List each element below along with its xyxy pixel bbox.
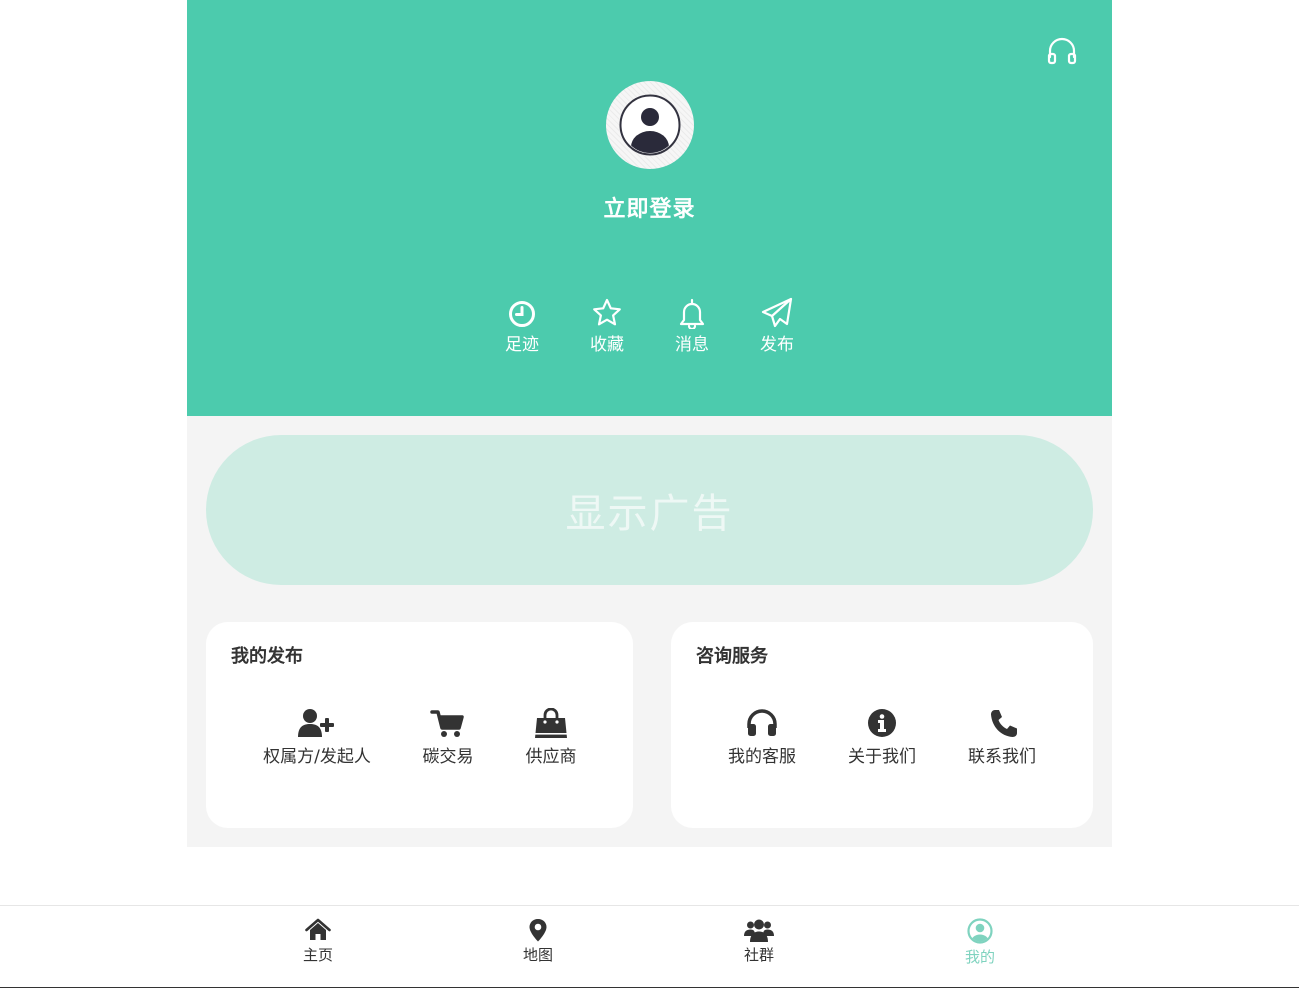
supplier-button[interactable]: 供应商 (481, 708, 621, 768)
quick-link-favorites[interactable]: 收藏 (572, 297, 642, 356)
paper-plane-icon (761, 297, 793, 328)
card-item-label: 我的客服 (728, 747, 796, 767)
login-link[interactable]: 立即登录 (187, 191, 1112, 223)
star-icon (593, 298, 621, 326)
user-plus-icon (298, 709, 334, 737)
consult-service-card: 咨询服务 我的客服 关于我们 联系我们 (671, 622, 1093, 828)
phone-icon (991, 710, 1017, 737)
info-icon (868, 709, 896, 737)
card-item-label: 权属方/发起人 (263, 747, 371, 767)
card-title: 咨询服务 (696, 646, 768, 667)
cart-icon (430, 710, 464, 737)
card-item-label: 联系我们 (968, 747, 1036, 767)
about-us-button[interactable]: 关于我们 (812, 708, 952, 768)
quick-link-label: 发布 (760, 335, 794, 355)
card-title: 我的发布 (231, 646, 303, 667)
bottom-tab-bar: 主页 地图 社群 我的 (0, 905, 1299, 988)
tab-label: 社群 (743, 946, 774, 964)
shopping-bag-icon (535, 708, 567, 738)
card-item-label: 关于我们 (848, 747, 916, 767)
quick-link-label: 足迹 (505, 335, 539, 355)
users-icon (744, 919, 774, 942)
contact-us-button[interactable]: 联系我们 (932, 708, 1072, 768)
tab-mine[interactable]: 我的 (920, 918, 1040, 967)
quick-link-label: 收藏 (590, 335, 624, 355)
quick-link-messages[interactable]: 消息 (657, 297, 727, 356)
quick-link-publish[interactable]: 发布 (742, 297, 812, 356)
customer-service-button[interactable] (1046, 35, 1078, 67)
owner-initiator-button[interactable]: 权属方/发起人 (247, 708, 387, 768)
my-customer-service-button[interactable]: 我的客服 (692, 708, 832, 768)
bell-icon (679, 298, 705, 329)
tab-label: 地图 (522, 946, 553, 964)
clock-icon (509, 301, 535, 327)
tab-label: 我的 (964, 948, 995, 966)
user-circle-icon (967, 918, 993, 944)
profile-page: 立即登录 足迹 收藏 消息 发布 显示广告 我的发布 权属方/发起人 碳交易 供… (187, 0, 1112, 847)
home-icon (305, 918, 331, 940)
quick-links: 足迹 收藏 消息 发布 (187, 297, 1112, 363)
tab-home[interactable]: 主页 (258, 918, 378, 965)
user-avatar-icon (619, 94, 681, 156)
app-root: 立即登录 足迹 收藏 消息 发布 显示广告 我的发布 权属方/发起人 碳交易 供… (0, 0, 1299, 988)
my-posts-card: 我的发布 权属方/发起人 碳交易 供应商 (206, 622, 633, 828)
tab-label: 主页 (302, 946, 333, 964)
tab-community[interactable]: 社群 (699, 918, 819, 965)
map-marker-icon (529, 919, 547, 942)
quick-link-label: 消息 (675, 335, 709, 355)
quick-link-footprint[interactable]: 足迹 (487, 297, 557, 356)
headset-icon (747, 709, 777, 736)
card-item-label: 供应商 (525, 747, 577, 767)
tab-map[interactable]: 地图 (478, 918, 598, 965)
avatar[interactable] (606, 81, 694, 169)
ad-banner[interactable]: 显示广告 (206, 435, 1093, 585)
headphones-icon (1047, 37, 1077, 65)
profile-header: 立即登录 足迹 收藏 消息 发布 (187, 0, 1112, 416)
